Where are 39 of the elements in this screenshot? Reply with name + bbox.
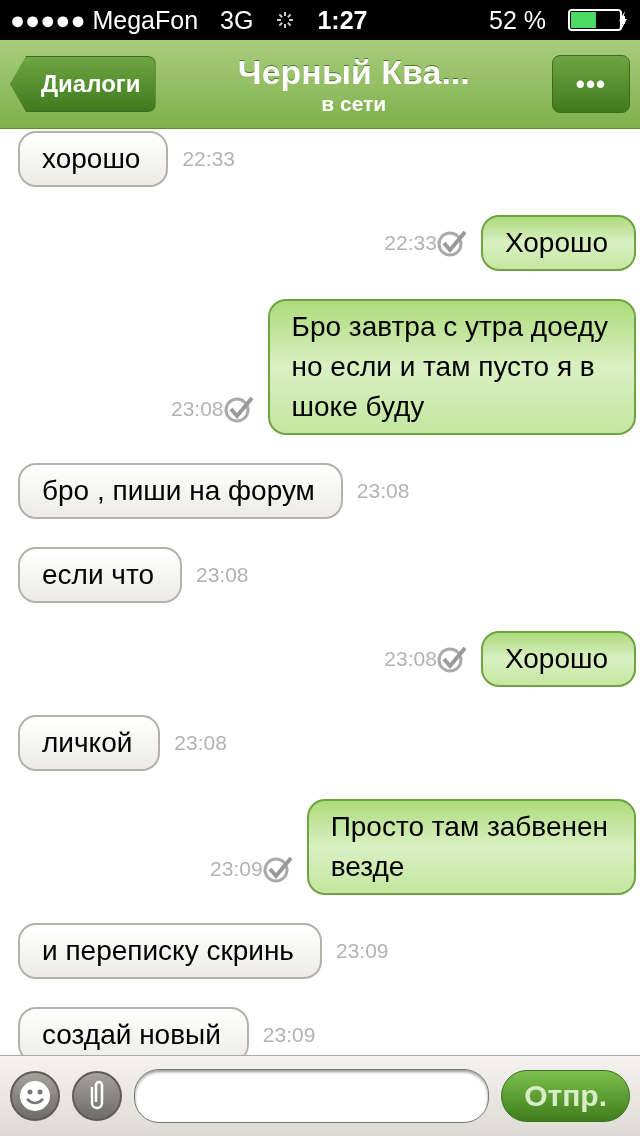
message-bubble: бро , пиши на форум — [18, 463, 343, 519]
check-icon — [223, 395, 254, 423]
send-button[interactable]: Отпр. — [501, 1070, 630, 1122]
message-input[interactable] — [134, 1069, 490, 1123]
message-time: 23:09 — [335, 939, 389, 963]
message-bubble: и переписку скринь — [18, 923, 322, 979]
message-time: 23:08 — [171, 397, 224, 421]
message-time: 22:33 — [384, 231, 437, 255]
activity-icon — [275, 10, 296, 30]
battery-percent: 52 % — [489, 5, 546, 35]
message-bubble: Хорошо — [480, 215, 636, 271]
more-button[interactable]: ••• — [552, 55, 630, 113]
clock: 1:27 — [317, 5, 368, 35]
battery-icon — [568, 9, 630, 31]
check-icon — [262, 855, 293, 883]
message-time: 23:08 — [356, 479, 410, 503]
back-button[interactable]: Диалоги — [10, 56, 156, 112]
message-time: 23:08 — [384, 647, 437, 671]
message-bubble: хорошо — [18, 131, 169, 187]
message-bubble: Просто там забвенен везде — [306, 799, 636, 895]
emoji-button[interactable] — [10, 1071, 60, 1121]
message-time: 22:33 — [182, 147, 235, 171]
message-time: 23:08 — [174, 731, 227, 755]
check-icon — [436, 645, 467, 673]
check-icon — [436, 229, 467, 257]
smiley-icon — [18, 1079, 52, 1113]
attach-button[interactable] — [72, 1071, 122, 1121]
message-bubble: Бро завтра с утра доеду но если и там пусто я в шоке буду — [267, 299, 636, 435]
message-time: 23:09 — [210, 857, 263, 881]
message-bubble: если что — [18, 547, 182, 603]
network-type: 3G — [220, 5, 254, 35]
message-time: 23:09 — [262, 1023, 316, 1047]
contact-name: Черный Ква... — [237, 52, 470, 92]
online-status: в сети — [321, 91, 387, 116]
message-time: 23:08 — [196, 563, 249, 587]
message-bubble: личкой — [18, 715, 161, 771]
carrier-name: ●●●●● MegaFon — [10, 5, 199, 35]
message-bubble: создай новый — [18, 1007, 249, 1055]
message-bubble: Хорошо — [480, 631, 636, 687]
